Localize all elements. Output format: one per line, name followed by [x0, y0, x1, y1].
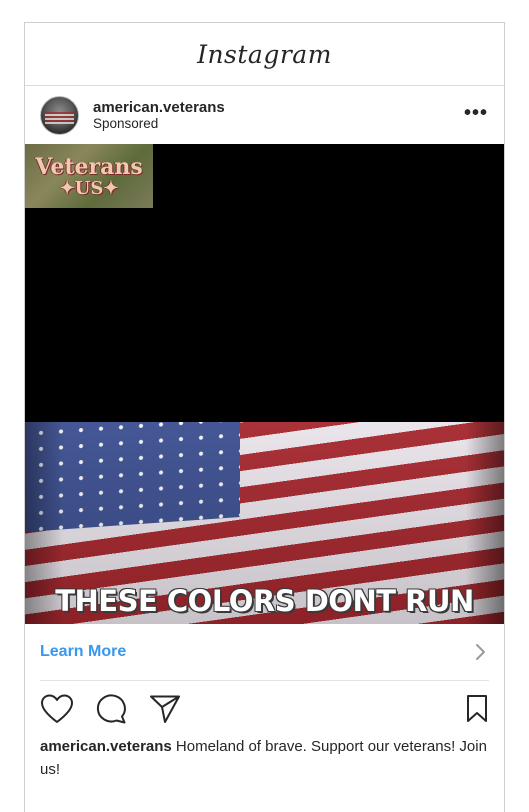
- post-caption: american.veterans Homeland of brave. Sup…: [40, 735, 489, 781]
- sponsored-label: Sponsored: [93, 115, 159, 131]
- bookmark-icon[interactable]: [465, 694, 489, 724]
- media-overlay-text: THESE COLORS DONT RUN: [55, 584, 474, 618]
- more-options-button[interactable]: •••: [464, 102, 488, 125]
- post-media[interactable]: Veterans ✦US✦ THESE COLORS DONT RUN: [25, 144, 504, 624]
- comment-icon[interactable]: [95, 694, 127, 724]
- action-bar: [25, 681, 504, 735]
- badge-line-1: Veterans: [35, 153, 143, 180]
- learn-more-button[interactable]: Learn More: [40, 624, 489, 681]
- post-header: american.veterans Sponsored •••: [25, 86, 504, 144]
- flag-image: THESE COLORS DONT RUN: [25, 422, 504, 624]
- chevron-right-icon: [476, 644, 485, 660]
- post-meta: american.veterans Sponsored: [93, 99, 225, 132]
- top-bar: Instagram: [25, 23, 504, 86]
- caption-username[interactable]: american.veterans: [40, 738, 172, 755]
- avatar-image: [45, 111, 74, 124]
- learn-more-label: Learn More: [40, 643, 127, 660]
- veterans-us-logo: Veterans ✦US✦: [25, 144, 153, 208]
- instagram-logo[interactable]: Instagram: [197, 40, 332, 69]
- badge-line-2: ✦US✦: [59, 177, 119, 199]
- instagram-frame: Instagram american.veterans Sponsored ••…: [24, 22, 505, 812]
- share-icon[interactable]: [149, 694, 181, 724]
- heart-icon[interactable]: [40, 694, 74, 724]
- post-username[interactable]: american.veterans: [93, 99, 225, 116]
- avatar[interactable]: [40, 95, 79, 135]
